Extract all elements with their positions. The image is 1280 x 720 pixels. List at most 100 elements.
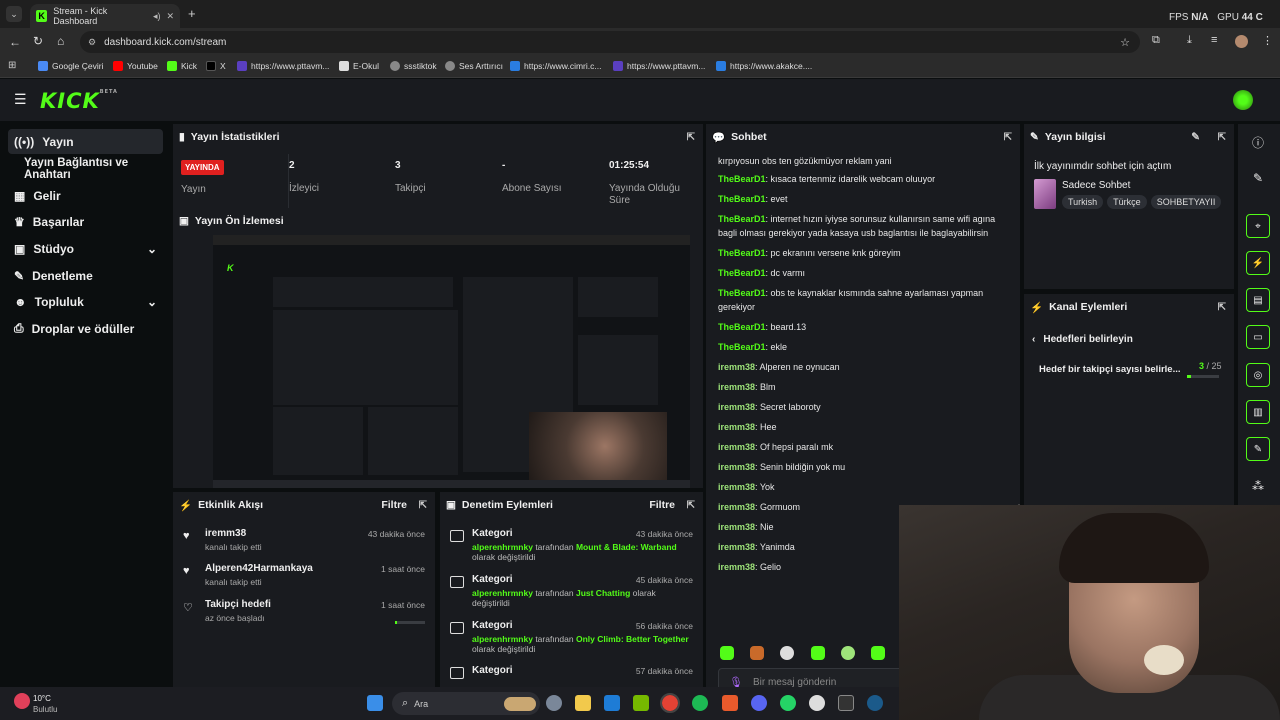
close-tab-icon[interactable]: ✕ (166, 11, 174, 22)
emote-icon[interactable] (811, 646, 825, 660)
expand-icon[interactable]: ⇱ (687, 500, 695, 511)
emote-icon[interactable] (871, 646, 885, 660)
media-icon[interactable]: ≡ (1211, 34, 1217, 46)
chat-username[interactable]: TheBearD1 (718, 268, 766, 278)
whatsapp-icon[interactable] (780, 695, 796, 711)
layout-icon[interactable]: ▥ (1246, 400, 1270, 424)
bookmark-star-icon[interactable]: ☆ (1120, 36, 1130, 49)
bookmark-youtube[interactable]: Youtube (113, 61, 158, 71)
chat-username[interactable]: TheBearD1 (718, 342, 766, 352)
emote-icon[interactable] (720, 646, 734, 660)
bookmark-google-ceviri[interactable]: Google Çeviri (38, 61, 104, 71)
back-button[interactable]: ‹ Hedefleri belirleyin (1032, 334, 1133, 345)
home-icon[interactable]: ⌂ (57, 34, 64, 48)
settings-app-icon[interactable] (546, 695, 562, 711)
store-icon[interactable] (604, 695, 620, 711)
steam-icon[interactable] (867, 695, 883, 711)
sidebar-item-yayin[interactable]: ((•)) Yayın (8, 129, 163, 154)
emote-icon[interactable] (780, 646, 794, 660)
chat-username[interactable]: iremm38 (718, 382, 755, 392)
chat-username[interactable]: iremm38 (718, 482, 755, 492)
filter-button[interactable]: Filtre (381, 499, 407, 511)
stream-preview-video[interactable]: K (213, 235, 690, 488)
spotify-icon[interactable] (692, 695, 708, 711)
kick-logo[interactable]: KICKBETA (40, 89, 118, 113)
chatgpt-icon[interactable] (809, 695, 825, 711)
tab-list-button[interactable]: ⌄ (6, 6, 22, 22)
bookmark-cimri[interactable]: https://www.cimri.c... (510, 61, 601, 71)
reload-icon[interactable]: ↻ (33, 34, 43, 48)
sidebar-item-droplar[interactable]: ⎙ Droplar ve ödüller (8, 316, 163, 341)
file-explorer-icon[interactable] (575, 695, 591, 711)
microphone-icon[interactable]: 🎙 (729, 676, 743, 688)
speaker-icon[interactable]: ◂) (153, 11, 161, 22)
chat-username[interactable]: iremm38 (718, 442, 755, 452)
expand-icon[interactable]: ⇱ (1218, 132, 1226, 143)
chat-username[interactable]: iremm38 (718, 362, 755, 372)
chevron-down-icon[interactable]: ⌄ (147, 242, 157, 256)
expand-icon[interactable]: ⇱ (1004, 132, 1012, 143)
new-tab-button[interactable]: + (188, 6, 196, 21)
chevron-down-icon[interactable]: ⌄ (147, 295, 157, 309)
filter-button[interactable]: Filtre (649, 499, 675, 511)
emote-icon[interactable] (750, 646, 764, 660)
bookmark-pttavm-2[interactable]: https://www.pttavm... (613, 61, 705, 71)
bookmark-ses-arttirici[interactable]: Ses Arttırıcı (445, 61, 503, 71)
bookmark-kick[interactable]: Kick (167, 61, 197, 71)
taskbar-search[interactable]: ⌕ Ara (392, 692, 540, 715)
chat-username[interactable]: TheBearD1 (718, 288, 766, 298)
sidebar-item-denetleme[interactable]: ✎ Denetleme (8, 263, 163, 288)
chat-username[interactable]: TheBearD1 (718, 174, 766, 184)
zap-icon[interactable]: ⚡ (1246, 251, 1270, 275)
weather-icon[interactable] (14, 693, 30, 709)
chrome-icon[interactable] (660, 693, 680, 713)
tag[interactable]: Türkçe (1107, 195, 1147, 209)
site-info-icon[interactable]: ⚙ (88, 37, 96, 48)
sidebar-item-basarilar[interactable]: ♛ Başarılar (8, 209, 163, 234)
chat-username[interactable]: TheBearD1 (718, 214, 766, 224)
edit-icon[interactable]: ✎ (1250, 171, 1266, 185)
wrench-icon[interactable]: ✎ (1246, 437, 1270, 461)
chat-username[interactable]: iremm38 (718, 422, 755, 432)
chat-username[interactable]: TheBearD1 (718, 194, 766, 204)
bookmark-akakce[interactable]: https://www.akakce.... (716, 61, 812, 71)
download-icon[interactable]: ⤓ (1187, 34, 1192, 47)
tag[interactable]: Turkish (1062, 195, 1104, 209)
nvidia-icon[interactable] (633, 695, 649, 711)
sidebar-item-yayin-baglantisi[interactable]: Yayın Bağlantısı ve Anahtarı (8, 156, 170, 181)
bookmark-ssstiktok[interactable]: ssstiktok (390, 61, 437, 71)
epic-games-icon[interactable] (838, 695, 854, 711)
chat-username[interactable]: TheBearD1 (718, 248, 766, 258)
windows-start-icon[interactable] (367, 695, 383, 711)
hamburger-menu-icon[interactable]: ☰ (14, 91, 27, 108)
sidebar-item-gelir[interactable]: ▦ Gelir (8, 183, 163, 208)
url-field[interactable]: ⚙ dashboard.kick.com/stream ☆ (80, 31, 1140, 53)
goal-label[interactable]: Hedef bir takipçi sayısı belirle... (1039, 364, 1181, 375)
apps-grid-icon[interactable]: ⊞ (8, 60, 16, 71)
profile-avatar[interactable] (1235, 35, 1248, 48)
edit-icon[interactable]: ✎ (1191, 131, 1200, 143)
chat-username[interactable]: iremm38 (718, 462, 755, 472)
tag[interactable]: SOHBETYAYII (1150, 195, 1222, 209)
sidebar-item-topluluk[interactable]: ☻ Topluluk ⌄ (8, 289, 163, 314)
game-app-icon[interactable] (722, 695, 738, 711)
chat-username[interactable]: iremm38 (718, 402, 755, 412)
expand-icon[interactable]: ⇱ (419, 500, 427, 511)
emote-icon[interactable] (841, 646, 855, 660)
chat-username[interactable]: iremm38 (718, 542, 755, 552)
sidebar-item-studyo[interactable]: ▣ Stüdyo ⌄ (8, 236, 163, 261)
browser-menu-icon[interactable]: ⋮ (1262, 34, 1273, 47)
discord-icon[interactable] (751, 695, 767, 711)
clip-icon[interactable]: ⌖ (1246, 214, 1270, 238)
chat-username[interactable]: iremm38 (718, 522, 755, 532)
bookmark-x[interactable]: X (206, 61, 226, 71)
apps-icon[interactable]: ⁂ (1250, 479, 1266, 493)
back-icon[interactable]: ← (9, 35, 21, 49)
chat-icon[interactable]: ▭ (1246, 325, 1270, 349)
user-avatar[interactable] (1233, 90, 1253, 110)
expand-icon[interactable]: ⇱ (687, 132, 695, 143)
info-icon[interactable]: ⓘ (1250, 134, 1266, 151)
extensions-icon[interactable]: ⧉ (1152, 34, 1160, 47)
chat-username[interactable]: iremm38 (718, 502, 755, 512)
tab-kick-dashboard[interactable]: K Stream - Kick Dashboard ◂) ✕ (30, 4, 180, 28)
